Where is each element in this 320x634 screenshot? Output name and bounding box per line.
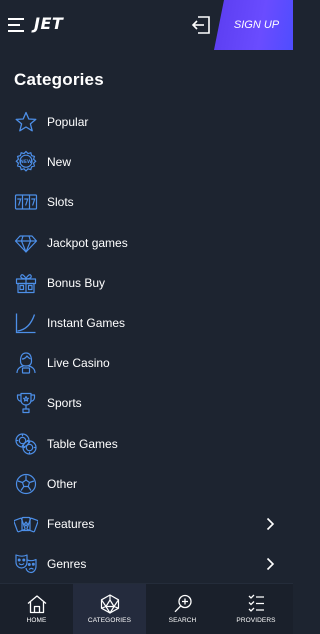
gift-icon	[14, 271, 38, 295]
menu-icon[interactable]	[8, 17, 26, 33]
category-label: Instant Games	[47, 316, 126, 331]
category-label: Popular	[47, 115, 89, 130]
nav-label: PROVIDERS	[236, 617, 276, 624]
masks-icon	[14, 552, 38, 576]
category-label: Slots	[47, 195, 74, 210]
nav-label: SEARCH	[168, 617, 197, 624]
chevron-right-icon[interactable]	[265, 557, 275, 571]
category-features[interactable]: Features	[0, 504, 293, 544]
chips-icon	[14, 432, 38, 456]
providers-icon	[248, 594, 264, 612]
category-label: Sports	[47, 396, 82, 411]
crash-curve-icon	[14, 311, 38, 335]
category-jackpot[interactable]: Jackpot games	[0, 223, 293, 263]
category-sports[interactable]: Sports	[0, 383, 293, 423]
category-label: Genres	[47, 557, 87, 572]
category-label: Bonus Buy	[47, 275, 106, 290]
dealer-icon	[14, 351, 38, 375]
page-title: Categories	[14, 70, 104, 89]
cards-icon	[13, 512, 39, 536]
category-live-casino[interactable]: Live Casino	[0, 343, 293, 383]
ball-icon	[14, 472, 38, 496]
category-bonus-buy[interactable]: Bonus Buy	[0, 263, 293, 303]
category-genres[interactable]: Genres	[0, 544, 293, 584]
login-icon[interactable]	[190, 14, 212, 36]
nav-home[interactable]: HOME	[0, 584, 73, 634]
category-table-games[interactable]: Table Games	[0, 424, 293, 464]
signup-button[interactable]: SIGN UP	[214, 0, 293, 50]
category-label: Features	[47, 516, 95, 531]
header: JET SIGN UP	[0, 0, 293, 50]
logo[interactable]: JET	[34, 14, 63, 33]
category-popular[interactable]: Popular	[0, 102, 293, 142]
nav-label: CATEGORIES	[87, 617, 132, 624]
nav-label: HOME	[26, 617, 47, 624]
nav-categories[interactable]: CATEGORIES	[73, 584, 146, 634]
diamond-icon	[14, 231, 38, 255]
category-label: Jackpot games	[47, 235, 128, 250]
nav-search[interactable]: SEARCH	[146, 584, 219, 634]
category-label: Live Casino	[47, 356, 110, 371]
category-slots[interactable]: Slots	[0, 182, 293, 222]
star-icon	[14, 110, 38, 134]
category-list: Popular NEW New Slots Jackpot games Bonu…	[0, 102, 293, 584]
slots-777-icon	[14, 190, 38, 214]
category-new[interactable]: NEW New	[0, 142, 293, 182]
chevron-right-icon[interactable]	[265, 517, 275, 531]
category-label: Other	[47, 476, 78, 491]
category-instant-games[interactable]: Instant Games	[0, 303, 293, 343]
category-label: Table Games	[47, 436, 118, 451]
category-other[interactable]: Other	[0, 464, 293, 504]
svg-text:NEW: NEW	[20, 159, 32, 165]
home-icon	[27, 595, 46, 614]
categories-icon	[100, 594, 119, 614]
new-badge-icon: NEW	[14, 150, 38, 174]
trophy-icon	[14, 391, 38, 415]
nav-providers[interactable]: PROVIDERS	[219, 584, 293, 634]
search-icon	[174, 594, 192, 613]
bottom-nav: HOME CATEGORIES SEARCH PROVIDERS	[0, 583, 293, 634]
category-label: New	[47, 155, 72, 170]
